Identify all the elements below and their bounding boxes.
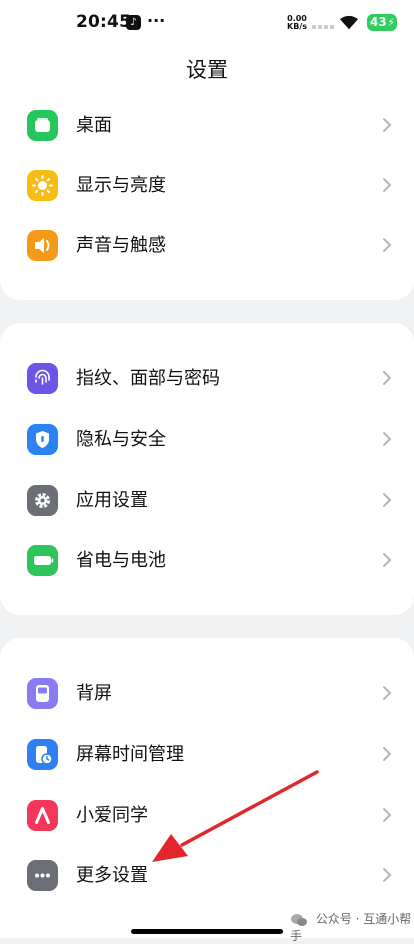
wifi-icon — [340, 15, 358, 30]
status-bar: 20:45 ♪ ··· 0.00 KB/s 43 ⚡ — [0, 0, 414, 46]
signal-icon — [312, 17, 334, 29]
setting-label: 显示与亮度 — [76, 175, 166, 196]
watermark: 公众号 · 互通小帮手 — [290, 910, 414, 944]
settings-group-1: 桌面 显示与亮度 声音与触感 — [0, 86, 414, 300]
setting-label: 背屏 — [76, 683, 112, 704]
chevron-right-icon — [383, 371, 392, 385]
chevron-right-icon — [383, 238, 392, 252]
setting-row-battery[interactable]: 省电与电池 — [0, 531, 414, 591]
shield-icon — [27, 424, 58, 455]
setting-label: 指纹、面部与密码 — [76, 368, 220, 389]
setting-row-desktop[interactable]: 桌面 — [0, 96, 414, 156]
setting-label: 屏幕时间管理 — [76, 744, 184, 765]
home-indicator — [131, 929, 283, 934]
status-time: 20:45 — [76, 12, 132, 32]
network-speed: 0.00 KB/s — [287, 15, 307, 31]
chevron-right-icon — [383, 747, 392, 761]
chevron-right-icon — [383, 118, 392, 132]
chevron-right-icon — [383, 868, 392, 882]
page-title: 设置 — [186, 58, 228, 82]
setting-label: 应用设置 — [76, 490, 148, 511]
setting-row-xiaoai[interactable]: 小爱同学 — [0, 786, 414, 846]
chevron-right-icon — [383, 686, 392, 700]
setting-row-display-brightness[interactable]: 显示与亮度 — [0, 156, 414, 216]
chevron-right-icon — [383, 493, 392, 507]
setting-row-app-settings[interactable]: 应用设置 — [0, 471, 414, 531]
settings-group-2: 指纹、面部与密码 隐私与安全 应用设置 省电与电池 — [0, 323, 414, 615]
speaker-icon — [27, 230, 58, 261]
network-speed-unit: KB/s — [287, 22, 307, 31]
setting-row-rear-screen[interactable]: 背屏 — [0, 664, 414, 724]
setting-label: 更多设置 — [76, 865, 148, 886]
setting-row-fingerprint-face-password[interactable]: 指纹、面部与密码 — [0, 349, 414, 409]
sun-icon — [27, 170, 58, 201]
tiktok-notification-icon: ♪ — [126, 15, 141, 30]
setting-label: 声音与触感 — [76, 235, 166, 256]
setting-label: 隐私与安全 — [76, 429, 166, 450]
setting-row-more-settings[interactable]: 更多设置 — [0, 846, 414, 906]
chevron-right-icon — [383, 553, 392, 567]
chevron-right-icon — [383, 178, 392, 192]
charging-icon: ⚡ — [387, 16, 395, 29]
setting-label: 小爱同学 — [76, 805, 148, 826]
setting-label: 桌面 — [76, 115, 112, 136]
more-icon — [27, 860, 58, 891]
gear-icon — [27, 485, 58, 516]
setting-label: 省电与电池 — [76, 550, 166, 571]
watermark-text: 公众号 · 互通小帮手 — [290, 912, 412, 943]
wechat-icon — [291, 913, 307, 926]
rear-screen-icon — [27, 678, 58, 709]
setting-row-screen-time[interactable]: 屏幕时间管理 — [0, 725, 414, 785]
chevron-right-icon — [383, 432, 392, 446]
settings-group-3: 背屏 屏幕时间管理 小爱同学 更多设置 — [0, 638, 414, 938]
setting-row-sound-haptics[interactable]: 声音与触感 — [0, 216, 414, 276]
chevron-right-icon — [383, 808, 392, 822]
more-notifications-icon: ··· — [147, 11, 166, 30]
battery-indicator: 43 ⚡ — [367, 14, 397, 31]
desktop-icon — [27, 110, 58, 141]
battery-icon — [27, 545, 58, 576]
setting-row-privacy-security[interactable]: 隐私与安全 — [0, 410, 414, 470]
screen-time-icon — [27, 739, 58, 770]
fingerprint-icon — [27, 363, 58, 394]
xiaoai-icon — [27, 800, 58, 831]
battery-level: 43 — [370, 15, 387, 29]
